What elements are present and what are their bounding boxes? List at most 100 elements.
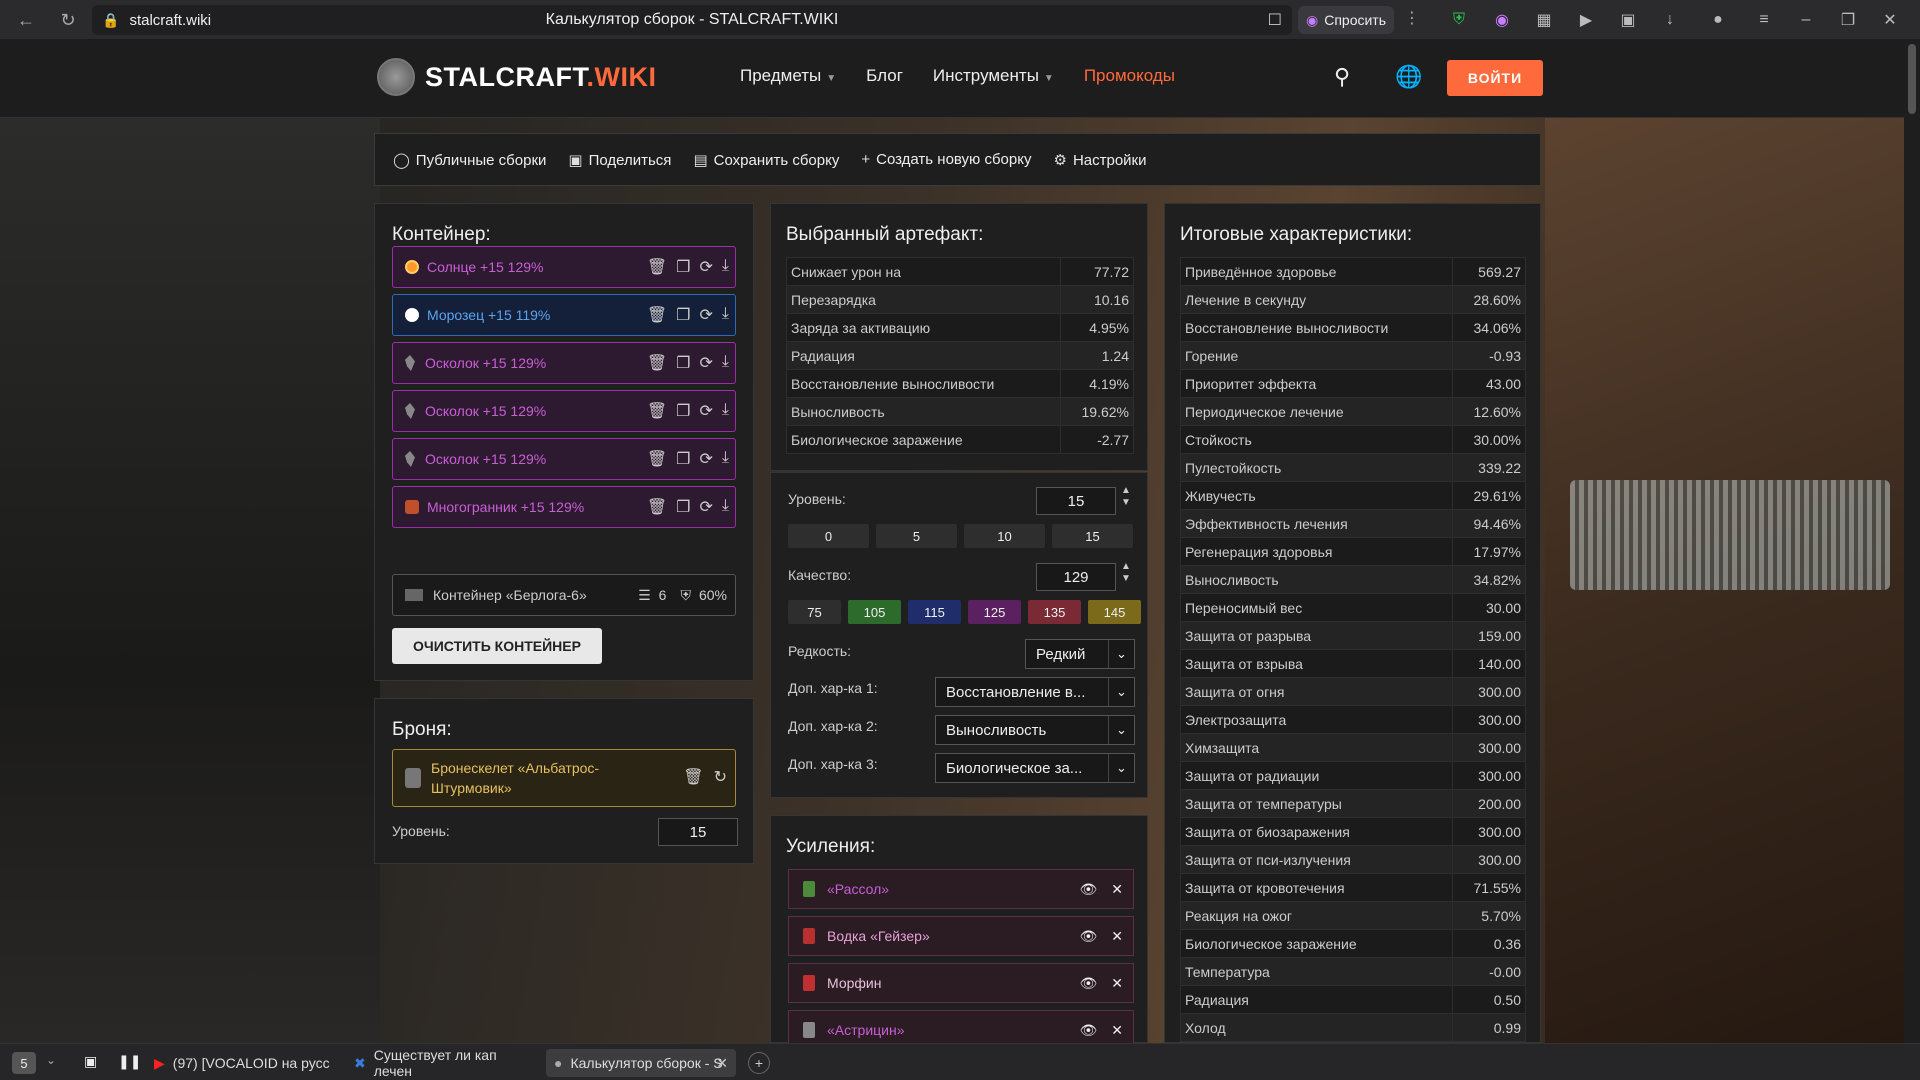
swap-icon[interactable]: ⟳ bbox=[700, 353, 713, 373]
quality-preset-button[interactable]: 145 bbox=[1088, 600, 1141, 624]
menu-icon[interactable]: ≡ bbox=[1752, 8, 1776, 32]
profile-icon[interactable]: ● bbox=[1706, 8, 1730, 32]
artifact-slot[interactable]: Солнце +15 129% 🗑 ❐ ⟳ ⤓ bbox=[392, 246, 736, 288]
trash-icon[interactable]: 🗑 bbox=[683, 768, 703, 788]
close-icon[interactable]: ✕ bbox=[1111, 1022, 1123, 1039]
copy-icon[interactable]: ❐ bbox=[676, 497, 690, 517]
close-tab-icon[interactable]: ✕ bbox=[716, 1055, 728, 1072]
quality-preset-button[interactable]: 115 bbox=[908, 600, 961, 624]
artifact-slot[interactable]: Морозец +15 119% 🗑 ❐ ⟳ ⤓ bbox=[392, 294, 736, 336]
close-icon[interactable]: ✕ bbox=[1111, 881, 1123, 898]
close-window-icon[interactable]: ✕ bbox=[1878, 8, 1902, 32]
address-bar[interactable]: 🔒 stalcraft.wiki Калькулятор сборок - ST… bbox=[92, 5, 1292, 35]
tab-youtube[interactable]: ▶ (97) [VOCALOID на русс bbox=[146, 1049, 332, 1077]
login-button[interactable]: ВОЙТИ bbox=[1447, 60, 1543, 96]
extra2-select[interactable]: Выносливость ⌄ bbox=[935, 715, 1135, 745]
tab-question[interactable]: ✖ Существует ли кап лечен bbox=[346, 1047, 536, 1079]
boost-item[interactable]: Морфин 👁 ✕ bbox=[788, 963, 1134, 1003]
extension-color-icon[interactable]: ◉ bbox=[1490, 8, 1514, 32]
site-logo[interactable]: STALCRAFT.WIKI bbox=[377, 58, 656, 96]
ask-button[interactable]: ◉ Спросить bbox=[1298, 6, 1394, 34]
new-build-button[interactable]: + Создать новую сборку bbox=[861, 151, 1031, 168]
artifact-slot[interactable]: Осколок +15 129% 🗑 ❐ ⟳ ⤓ bbox=[392, 342, 736, 384]
quality-preset-button[interactable]: 75 bbox=[788, 600, 841, 624]
restore-icon[interactable]: ❐ bbox=[1836, 8, 1860, 32]
chevron-down-icon[interactable]: ⌄ bbox=[46, 1053, 56, 1067]
level-preset-button[interactable]: 15 bbox=[1052, 524, 1133, 548]
download-icon[interactable]: ↓ bbox=[1658, 8, 1682, 32]
armor-slot[interactable]: Бронескелет «Альбатрос- Штурмовик» 🗑 ↻ bbox=[392, 749, 736, 807]
new-tab-icon[interactable]: + bbox=[748, 1052, 770, 1074]
trash-icon[interactable]: 🗑 bbox=[647, 401, 667, 421]
download-icon[interactable]: ⤓ bbox=[722, 257, 729, 277]
extra3-select[interactable]: Биологическое за... ⌄ bbox=[935, 753, 1135, 783]
nav-promocodes[interactable]: Промокоды bbox=[1084, 66, 1175, 86]
save-build-button[interactable]: ▤ Сохранить сборку bbox=[693, 151, 839, 169]
nav-blog[interactable]: Блог bbox=[866, 66, 903, 86]
share-button[interactable]: ▣ Поделиться bbox=[568, 151, 671, 169]
swap-icon[interactable]: ↻ bbox=[714, 768, 727, 788]
minimize-icon[interactable]: – bbox=[1794, 8, 1818, 32]
level-preset-button[interactable]: 5 bbox=[876, 524, 957, 548]
scrollbar-thumb[interactable] bbox=[1908, 44, 1916, 114]
download-icon[interactable]: ⤓ bbox=[722, 449, 729, 469]
trash-icon[interactable]: 🗑 bbox=[647, 257, 667, 277]
collections-icon[interactable]: ▣ bbox=[1616, 8, 1640, 32]
boost-item[interactable]: Водка «Гейзер» 👁 ✕ bbox=[788, 916, 1134, 956]
nav-items[interactable]: Предметы ▼ bbox=[740, 66, 836, 86]
download-icon[interactable]: ⤓ bbox=[722, 401, 729, 421]
bookmark-icon[interactable]: ☐ bbox=[1268, 10, 1282, 30]
pause-icon[interactable]: ❚❚ bbox=[118, 1053, 141, 1070]
eye-icon[interactable]: 👁 bbox=[1079, 881, 1097, 898]
search-icon[interactable]: ⚲ bbox=[1334, 64, 1350, 90]
close-icon[interactable]: ✕ bbox=[1111, 975, 1123, 992]
quality-preset-button[interactable]: 135 bbox=[1028, 600, 1081, 624]
clear-container-button[interactable]: ОЧИСТИТЬ КОНТЕЙНЕР bbox=[392, 628, 602, 664]
puzzle-icon[interactable]: ▦ bbox=[1532, 8, 1556, 32]
level-preset-button[interactable]: 10 bbox=[964, 524, 1045, 548]
swap-icon[interactable]: ⟳ bbox=[700, 401, 713, 421]
copy-icon[interactable]: ❐ bbox=[676, 305, 690, 325]
copy-icon[interactable]: ❐ bbox=[676, 257, 690, 277]
armor-level-input[interactable]: 15 bbox=[658, 818, 738, 846]
quality-preset-button[interactable]: 105 bbox=[848, 600, 901, 624]
shield-icon[interactable]: ⛨ bbox=[1447, 8, 1471, 32]
rarity-select[interactable]: Редкий ⌄ bbox=[1025, 639, 1135, 669]
nav-tools[interactable]: Инструменты ▼ bbox=[933, 66, 1054, 86]
quality-input[interactable]: 129 bbox=[1036, 563, 1116, 591]
ask-more-icon[interactable]: ⋮ bbox=[1404, 8, 1420, 28]
workspace-badge[interactable]: 5 bbox=[12, 1052, 36, 1074]
quality-preset-button[interactable]: 125 bbox=[968, 600, 1021, 624]
trash-icon[interactable]: 🗑 bbox=[647, 305, 667, 325]
eye-icon[interactable]: 👁 bbox=[1079, 975, 1097, 992]
level-stepper-icon[interactable]: ▲ ▼ bbox=[1121, 485, 1131, 509]
chat-icon[interactable]: ▣ bbox=[84, 1053, 97, 1070]
eye-icon[interactable]: 👁 bbox=[1079, 1022, 1097, 1039]
download-icon[interactable]: ⤓ bbox=[722, 497, 729, 517]
eye-icon[interactable]: 👁 bbox=[1079, 928, 1097, 945]
page-scrollbar[interactable] bbox=[1904, 40, 1920, 1043]
trash-icon[interactable]: 🗑 bbox=[647, 449, 667, 469]
quality-stepper-icon[interactable]: ▲ ▼ bbox=[1121, 561, 1131, 585]
copy-icon[interactable]: ❐ bbox=[676, 401, 690, 421]
swap-icon[interactable]: ⟳ bbox=[700, 305, 713, 325]
settings-button[interactable]: ⚙ Настройки bbox=[1053, 151, 1146, 169]
download-icon[interactable]: ⤓ bbox=[722, 353, 729, 373]
trash-icon[interactable]: 🗑 bbox=[647, 353, 667, 373]
artifact-slot[interactable]: Осколок +15 129% 🗑 ❐ ⟳ ⤓ bbox=[392, 438, 736, 480]
extra1-select[interactable]: Восстановление в... ⌄ bbox=[935, 677, 1135, 707]
public-builds-button[interactable]: ◯ Публичные сборки bbox=[393, 151, 546, 169]
boost-item[interactable]: «Рассол» 👁 ✕ bbox=[788, 869, 1134, 909]
reload-icon[interactable]: ↻ bbox=[50, 2, 86, 38]
tab-calculator[interactable]: ● Калькулятор сборок - S ✕ bbox=[546, 1049, 736, 1077]
artifact-slot[interactable]: Многогранник +15 129% 🗑 ❐ ⟳ ⤓ bbox=[392, 486, 736, 528]
trash-icon[interactable]: 🗑 bbox=[647, 497, 667, 517]
back-icon[interactable]: ← bbox=[8, 2, 44, 38]
globe-icon[interactable]: 🌐 bbox=[1395, 64, 1422, 90]
copy-icon[interactable]: ❐ bbox=[676, 449, 690, 469]
artifact-level-input[interactable]: 15 bbox=[1036, 487, 1116, 515]
level-preset-button[interactable]: 0 bbox=[788, 524, 869, 548]
swap-icon[interactable]: ⟳ bbox=[700, 257, 713, 277]
close-icon[interactable]: ✕ bbox=[1111, 928, 1123, 945]
copy-icon[interactable]: ❐ bbox=[676, 353, 690, 373]
